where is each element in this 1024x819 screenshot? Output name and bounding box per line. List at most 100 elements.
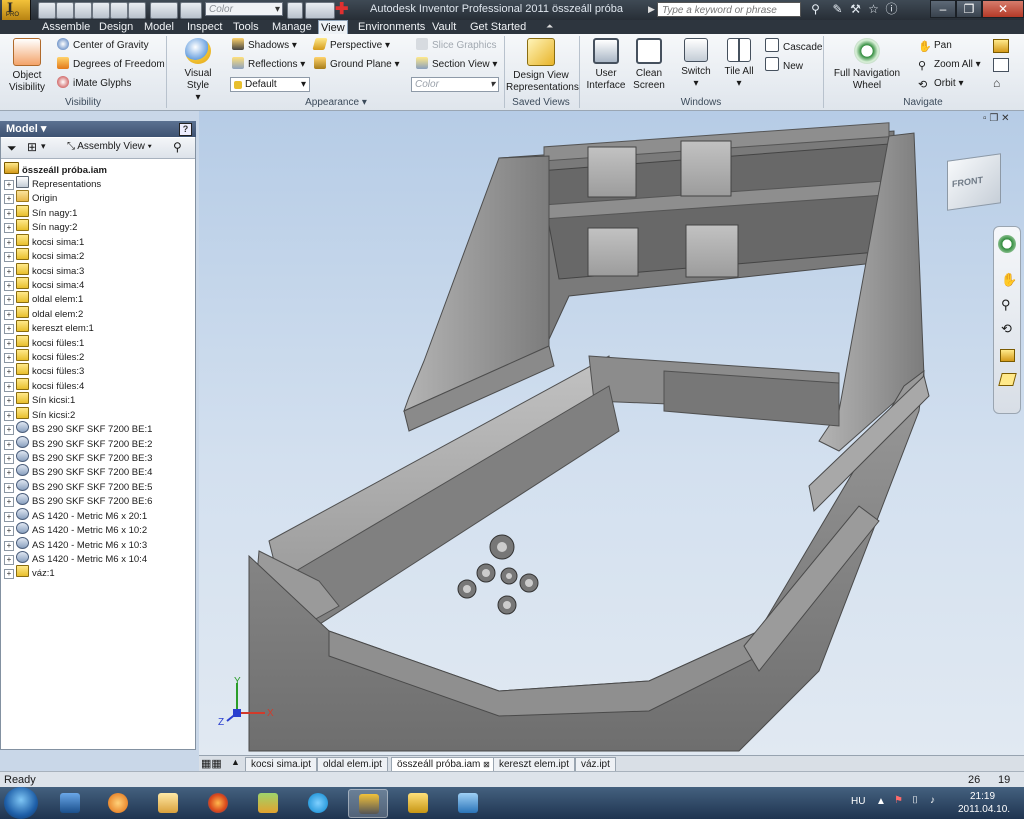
expand-icon[interactable]: + (4, 468, 14, 479)
taskbar-firefox[interactable] (198, 789, 238, 818)
redo-icon[interactable] (110, 2, 128, 19)
open-file-icon[interactable] (56, 2, 74, 19)
tree-item[interactable]: + Sín kicsi:1 (4, 392, 75, 407)
tree-item[interactable]: + váz:1 (4, 565, 55, 580)
clock-date[interactable]: 2011.04.10. (958, 804, 1010, 815)
full-navigation-wheel-button[interactable]: Full Navigation Wheel (828, 38, 906, 92)
taskbar-image[interactable] (448, 789, 488, 818)
tree-item[interactable]: + kocsi füles:1 (4, 334, 84, 349)
orbit-icon[interactable]: ⟲ (1001, 321, 1012, 337)
assembly-view-dropdown[interactable]: ⤡ Assembly View ▾ (67, 141, 152, 152)
tree-item[interactable]: + AS 1420 - Metric M6 x 10:4 (4, 550, 147, 565)
tab-design[interactable]: Design (97, 20, 135, 34)
pan-button[interactable]: ✋ Pan (918, 38, 952, 54)
hierarchy-icon[interactable]: ⊞ (27, 140, 37, 154)
tree-item[interactable]: + BS 290 SKF SKF 7200 BE:1 (4, 421, 152, 436)
save-icon[interactable] (74, 2, 92, 19)
graphics-viewport[interactable]: ▫ ❐ ✕ FRONT ✋ ⚲ ⟲ Y X Z (199, 111, 1024, 755)
maximize-button[interactable]: ❐ (956, 0, 982, 18)
taskbar-app-5[interactable] (248, 789, 288, 818)
minimize-button[interactable]: – (930, 0, 956, 18)
print-icon[interactable] (150, 2, 178, 19)
expand-icon[interactable]: + (4, 554, 14, 565)
imate-glyphs-button[interactable]: iMate Glyphs (57, 76, 131, 92)
expand-icon[interactable]: + (4, 324, 14, 335)
binoculars-icon[interactable]: ⚲ (808, 2, 823, 17)
zoom-window-icon[interactable] (993, 58, 1009, 72)
tree-item[interactable]: + kocsi füles:4 (4, 377, 84, 392)
filter-icon[interactable]: ⏷ (7, 141, 17, 156)
viewport-window-controls[interactable]: ▫ ❐ ✕ (983, 113, 1009, 124)
measure-icon[interactable] (305, 2, 335, 19)
tree-item[interactable]: + Sín nagy:2 (4, 219, 77, 234)
tile-docs-icon[interactable]: ▦▦ (201, 757, 222, 770)
tree-item[interactable]: + BS 290 SKF SKF 7200 BE:3 (4, 449, 152, 464)
look-at-icon[interactable] (993, 39, 1009, 53)
expand-icon[interactable]: + (4, 194, 14, 205)
user-interface-button[interactable]: User Interface (584, 38, 628, 92)
help-icon[interactable]: ? (179, 123, 192, 136)
help-icon[interactable]: ⓘ (884, 2, 899, 17)
switch-button[interactable]: Switch ▾ (676, 38, 716, 90)
tab-manage[interactable]: Manage (270, 20, 314, 34)
tree-item[interactable]: + AS 1420 - Metric M6 x 20:1 (4, 507, 147, 522)
degrees-of-freedom-button[interactable]: Degrees of Freedom (57, 57, 165, 73)
clean-screen-button[interactable]: Clean Screen (630, 38, 668, 92)
expand-icon[interactable]: + (4, 223, 14, 234)
new-file-icon[interactable] (38, 2, 56, 19)
tab-inspect[interactable]: Inspect (185, 20, 224, 34)
object-visibility-button[interactable]: Object Visibility (6, 38, 48, 94)
ground-plane-button[interactable]: Ground Plane ▾ (314, 57, 400, 73)
tree-item[interactable]: + oldal elem:1 (4, 291, 83, 306)
taskbar-explorer[interactable] (148, 789, 188, 818)
taskbar-skype[interactable] (298, 789, 338, 818)
tree-item[interactable]: + AS 1420 - Metric M6 x 10:3 (4, 536, 147, 551)
tile-all-button[interactable]: Tile All ▾ (720, 38, 758, 90)
taskbar-help[interactable] (398, 789, 438, 818)
tree-item[interactable]: + kocsi sima:3 (4, 262, 84, 277)
color-combo[interactable]: Color ▾ (205, 2, 283, 16)
flag-icon[interactable]: ⚑ (894, 795, 903, 806)
start-button[interactable] (4, 787, 38, 819)
close-icon[interactable]: ⊠ (483, 760, 490, 769)
expand-icon[interactable]: + (4, 266, 14, 277)
appearance-default-combo[interactable]: Default ▾ (230, 77, 310, 92)
cascade-button[interactable]: Cascade (765, 38, 822, 54)
doc-tab-kereszt-elem[interactable]: kereszt elem.ipt (493, 757, 576, 772)
network-icon[interactable]: ⌷ (912, 795, 918, 806)
expand-icon[interactable]: + (4, 526, 14, 537)
expand-icon[interactable]: + (4, 396, 14, 407)
tree-item[interactable]: + kereszt elem:1 (4, 320, 94, 335)
chevron-down-icon[interactable]: ▾ (41, 141, 46, 152)
tree-item[interactable]: + kocsi füles:2 (4, 349, 84, 364)
tree-root[interactable]: összeáll próba.iam (4, 162, 107, 176)
tray-expand-icon[interactable]: ▲ (876, 796, 886, 807)
tab-get-started[interactable]: Get Started (468, 20, 528, 34)
expand-icon[interactable]: + (4, 381, 14, 392)
expand-icon[interactable]: + (4, 353, 14, 364)
center-of-gravity-button[interactable]: Center of Gravity (57, 38, 149, 54)
return-icon[interactable] (128, 2, 146, 19)
visual-style-button[interactable]: Visual Style ▾ (172, 38, 224, 104)
section-view-button[interactable]: Section View ▾ (416, 57, 497, 73)
expand-icon[interactable]: + (4, 439, 14, 450)
doc-tab-oldal-elem[interactable]: oldal elem.ipt (317, 757, 388, 772)
tools-icon[interactable]: ✎ (830, 2, 845, 17)
expand-icon[interactable]: + (4, 309, 14, 320)
tree-item[interactable]: + kocsi sima:4 (4, 276, 84, 291)
tree-item[interactable]: + kocsi füles:3 (4, 363, 84, 378)
wrench-icon[interactable]: ⚒ (848, 2, 863, 17)
taskbar-app-2[interactable] (98, 789, 138, 818)
tree-item[interactable]: + kocsi sima:2 (4, 248, 84, 263)
shadows-button[interactable]: Shadows ▾ (232, 38, 297, 54)
doc-tab-kocsi-sima[interactable]: kocsi sima.ipt (245, 757, 318, 772)
tab-environments[interactable]: Environments (356, 20, 427, 34)
tree-item[interactable]: + oldal elem:2 (4, 305, 83, 320)
chevron-right-icon[interactable]: ▶ (648, 4, 655, 15)
steering-wheel-icon[interactable] (998, 235, 1016, 253)
expand-icon[interactable]: + (4, 540, 14, 551)
expand-icon[interactable]: + (4, 511, 14, 522)
look-at-face-icon[interactable] (998, 373, 1017, 386)
clock-time[interactable]: 21:19 (970, 791, 995, 802)
tree-item[interactable]: + Sín nagy:1 (4, 204, 77, 219)
